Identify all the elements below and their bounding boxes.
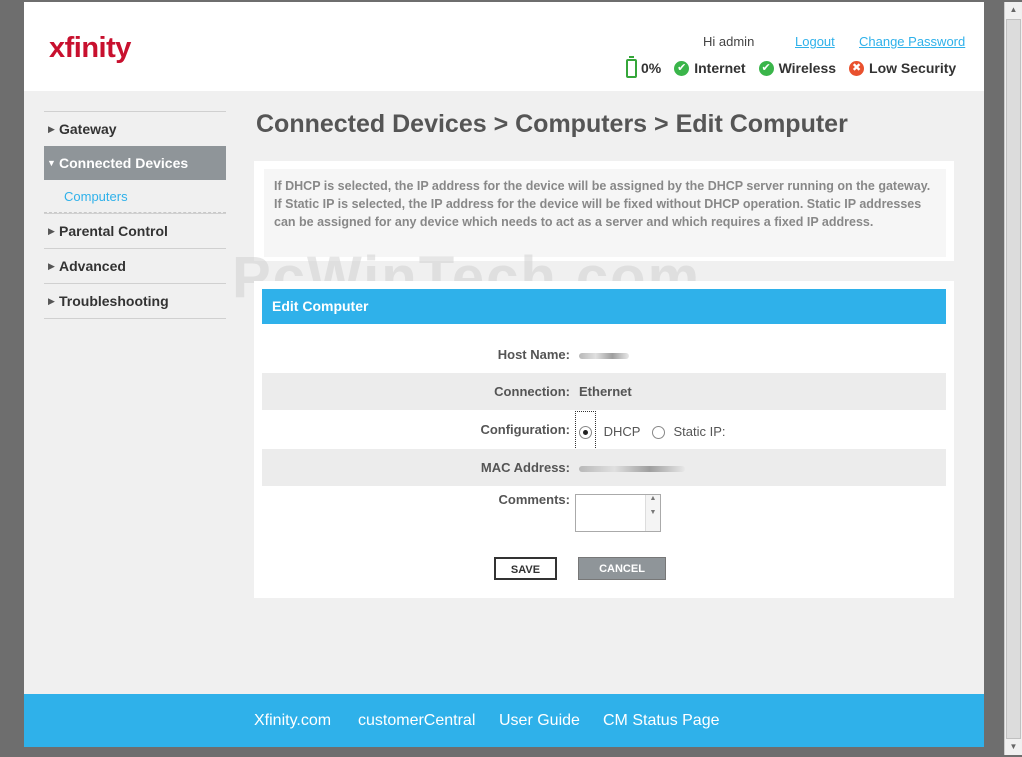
battery-icon <box>626 55 637 78</box>
comments-label: Comments: <box>498 492 570 507</box>
connection-value: Ethernet <box>579 384 632 399</box>
scroll-thumb[interactable] <box>1006 19 1021 739</box>
battery-value: 0% <box>641 60 662 76</box>
change-password-link[interactable]: Change Password <box>859 34 965 49</box>
scroll-down-arrow-icon[interactable]: ▼ <box>1005 739 1022 755</box>
comments-textarea[interactable]: ▲ ▼ <box>575 494 661 532</box>
page-title: Connected Devices > Computers > Edit Com… <box>256 110 848 138</box>
security-label: Low Security <box>869 60 957 76</box>
footer-link-user-guide[interactable]: User Guide <box>499 712 580 730</box>
cross-icon: ✖ <box>849 60 865 76</box>
footer: Xfinity.com customerCentral User Guide C… <box>24 694 984 747</box>
sidebar-item-label: Parental Control <box>59 223 168 239</box>
header: xfinity Hi admin Logout Change Password … <box>24 2 984 91</box>
footer-link-cm-status[interactable]: CM Status Page <box>603 712 720 730</box>
save-button[interactable]: SAVE <box>494 557 557 580</box>
page: xfinity Hi admin Logout Change Password … <box>24 2 984 747</box>
browser-frame: xfinity Hi admin Logout Change Password … <box>2 2 1004 755</box>
chevron-right-icon: ▶ <box>48 260 55 271</box>
wireless-label: Wireless <box>778 60 837 76</box>
form-header: Edit Computer <box>262 289 946 324</box>
sidebar-item-troubleshooting[interactable]: ▶ Troubleshooting <box>44 283 226 318</box>
sidebar-item-advanced[interactable]: ▶ Advanced <box>44 248 226 283</box>
scroll-up-arrow-icon[interactable]: ▲ <box>1005 2 1022 18</box>
redacted-value <box>579 465 685 472</box>
sidebar-item-label: Troubleshooting <box>59 293 169 309</box>
chevron-right-icon: ▶ <box>48 295 55 306</box>
mac-address-row: MAC Address: <box>262 449 946 486</box>
status-bar: 0% ✔ Internet ✔ Wireless ✖ Low Security <box>626 55 969 79</box>
check-icon: ✔ <box>758 60 774 76</box>
info-text: If DHCP is selected, the IP address for … <box>264 169 946 257</box>
sidebar-divider <box>44 318 226 319</box>
dhcp-radio-focus[interactable] <box>575 411 596 452</box>
cancel-button[interactable]: CANCEL <box>578 557 666 580</box>
footer-link-xfinity[interactable]: Xfinity.com <box>254 712 331 730</box>
edit-computer-form: Edit Computer Host Name: Connection: Eth… <box>254 281 954 598</box>
internet-status: ✔ Internet <box>674 60 746 76</box>
sidebar-item-connected-devices[interactable]: ▼ Connected Devices <box>44 146 226 180</box>
mac-address-value <box>579 449 685 486</box>
check-icon: ✔ <box>674 60 690 76</box>
page-scrollbar[interactable]: ▲ ▼ <box>1004 2 1022 755</box>
chevron-right-icon: ▶ <box>48 123 55 134</box>
info-box: If DHCP is selected, the IP address for … <box>254 161 954 261</box>
mac-address-label: MAC Address: <box>480 460 570 475</box>
dhcp-radio[interactable] <box>579 426 592 440</box>
sidebar-item-parental-control[interactable]: ▶ Parental Control <box>44 213 226 248</box>
chevron-down-icon: ▼ <box>47 158 56 168</box>
sidebar-item-label: Advanced <box>59 258 126 274</box>
sidebar-subitem-computers[interactable]: Computers <box>44 180 226 213</box>
sidebar-item-label: Connected Devices <box>59 155 189 171</box>
static-ip-label[interactable]: Static IP: <box>673 424 725 439</box>
sidebar-item-label: Gateway <box>59 121 117 137</box>
security-status: ✖ Low Security <box>849 60 956 76</box>
footer-link-customercentral[interactable]: customerCentral <box>358 712 475 730</box>
connection-row: Connection: Ethernet <box>262 373 946 410</box>
configuration-options: DHCP Static IP: <box>575 411 726 452</box>
configuration-label: Configuration: <box>480 422 570 437</box>
logout-link[interactable]: Logout <box>795 34 835 49</box>
greeting-text: Hi admin <box>703 34 755 49</box>
static-ip-radio[interactable] <box>651 426 665 440</box>
chevron-right-icon: ▶ <box>48 225 55 236</box>
wireless-status: ✔ Wireless <box>758 60 837 76</box>
textarea-scrollbar[interactable]: ▲ ▼ <box>645 495 660 531</box>
connection-label: Connection: <box>494 384 570 399</box>
internet-label: Internet <box>694 60 746 76</box>
configuration-row: Configuration: DHCP Static IP: <box>262 411 946 452</box>
host-name-label: Host Name: <box>497 347 570 362</box>
host-name-value <box>579 336 629 373</box>
battery-status: 0% <box>626 55 662 78</box>
redacted-value <box>579 352 629 359</box>
sidebar-item-gateway[interactable]: ▶ Gateway <box>44 111 226 146</box>
sidebar: ▶ Gateway ▼ Connected Devices Computers … <box>44 111 226 319</box>
host-name-row: Host Name: <box>262 336 946 373</box>
dhcp-label[interactable]: DHCP <box>604 424 641 439</box>
xfinity-logo[interactable]: xfinity <box>49 32 131 65</box>
